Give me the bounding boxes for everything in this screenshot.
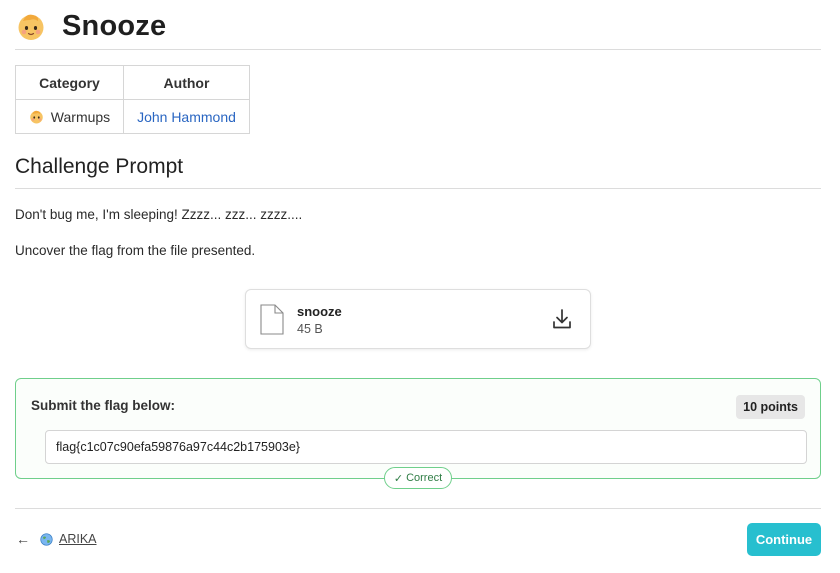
baby-face-icon <box>18 14 44 40</box>
points-badge: 10 points <box>736 395 805 419</box>
flag-label: Submit the flag below: <box>31 398 175 413</box>
back-link[interactable]: ARIKA <box>40 532 97 546</box>
back-link-text: ARIKA <box>59 532 97 546</box>
author-link[interactable]: John Hammond <box>137 109 236 125</box>
author-cell: John Hammond <box>123 99 250 134</box>
back-arrow-icon[interactable]: ← <box>16 531 30 547</box>
table-header-row: Category Author <box>15 65 250 100</box>
file-card[interactable]: snooze 45 B <box>245 289 591 349</box>
file-size: 45 B <box>297 322 323 336</box>
flag-input[interactable] <box>45 430 807 464</box>
challenge-meta-table: Category Author Warmups John Hammond <box>15 65 250 134</box>
download-icon[interactable] <box>552 308 572 330</box>
footer-divider <box>15 508 821 509</box>
file-name: snooze <box>297 304 342 319</box>
title-row: Snooze <box>16 6 166 46</box>
author-header: Author <box>123 65 250 100</box>
prompt-instruction: Uncover the flag from the file presented… <box>15 243 256 258</box>
baby-face-icon <box>30 110 43 124</box>
file-icon <box>260 304 284 335</box>
title-divider <box>15 49 821 50</box>
footer-nav: ← ARIKA <box>16 531 97 547</box>
section-divider <box>15 188 821 189</box>
check-icon: ✓ <box>393 472 404 485</box>
table-row: Warmups John Hammond <box>15 99 250 134</box>
page-title: Snooze <box>62 9 167 42</box>
prompt-text: Don't bug me, I'm sleeping! Zzzz... zzz.… <box>15 207 303 222</box>
category-header: Category <box>15 65 124 100</box>
correct-status-badge: ✓ Correct <box>384 467 452 489</box>
category-cell: Warmups <box>15 99 124 134</box>
category-value: Warmups <box>28 109 111 125</box>
status-label: Correct <box>406 472 443 484</box>
category-label: Warmups <box>50 108 111 125</box>
continue-button[interactable]: Continue <box>747 523 821 556</box>
globe-icon <box>40 532 53 546</box>
flag-submission-box: Submit the flag below: 10 points <box>15 378 821 479</box>
section-title: Challenge Prompt <box>15 155 184 178</box>
